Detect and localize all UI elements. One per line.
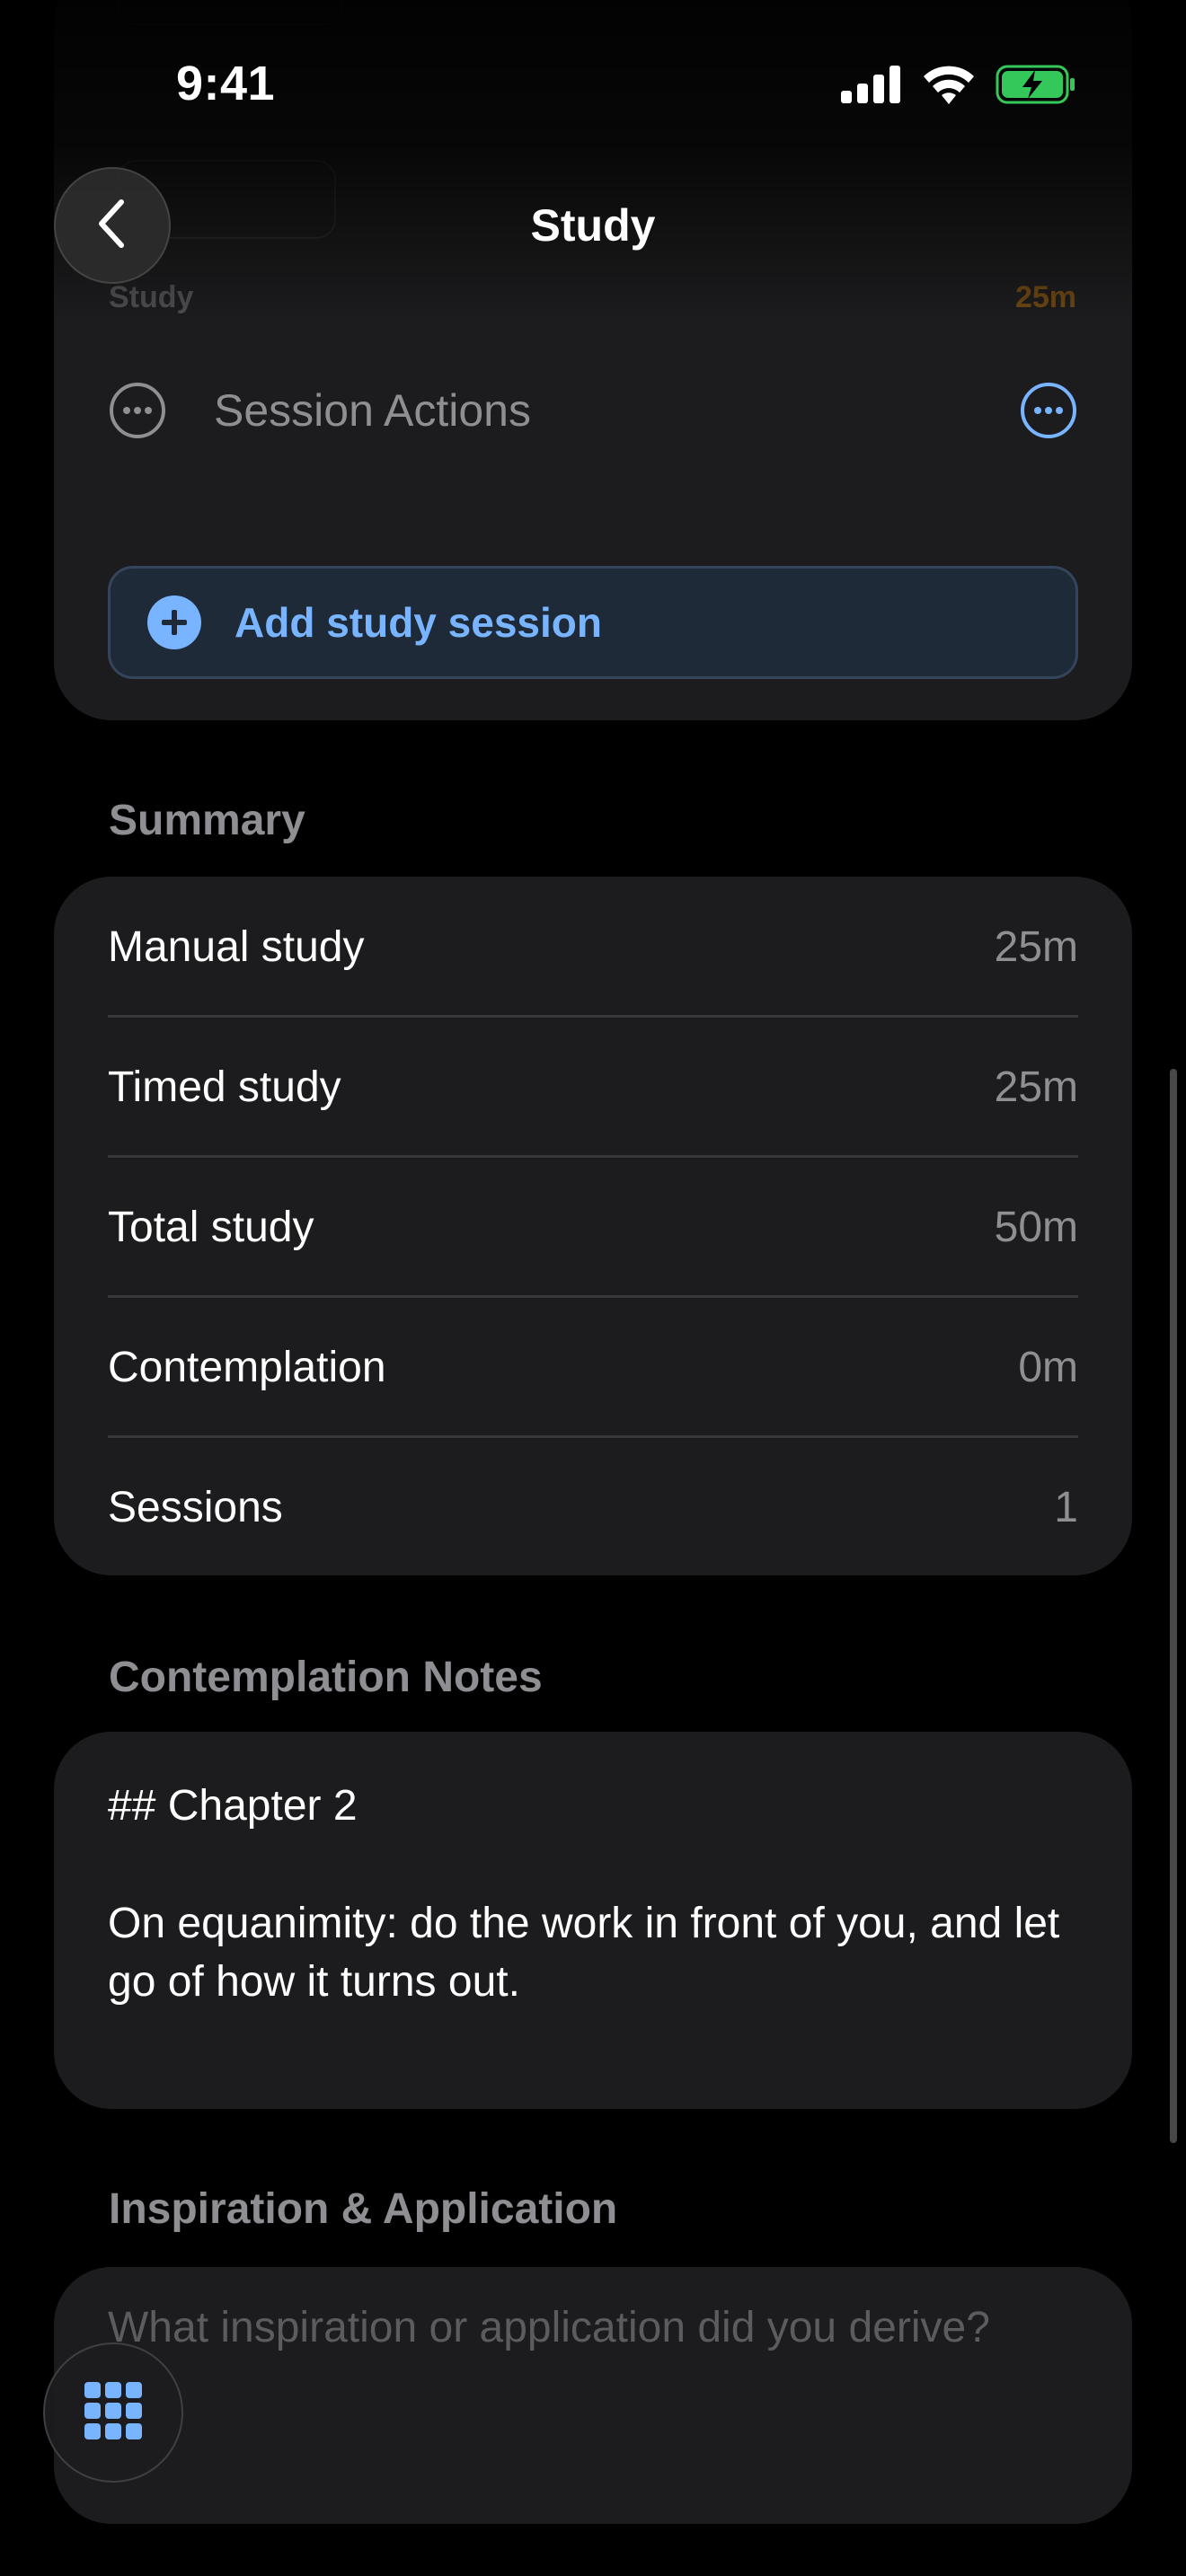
- status-icons: [841, 63, 1076, 110]
- summary-label: Manual study: [108, 922, 365, 971]
- contemplation-notes-field[interactable]: ## Chapter 2 On equanimity: do the work …: [54, 1732, 1132, 2109]
- ellipsis-circle-icon: [108, 381, 167, 440]
- scrollbar[interactable]: [1170, 1069, 1177, 2143]
- summary-card: Manual study 25m Timed study 25m Total s…: [54, 877, 1132, 1575]
- summary-header: Summary: [109, 797, 305, 844]
- session-actions-row[interactable]: Session Actions: [108, 370, 1078, 451]
- summary-row-sessions: Sessions 1: [108, 1437, 1078, 1577]
- inspiration-placeholder: What inspiration or application did you …: [108, 2304, 990, 2351]
- signal-icon: [841, 65, 902, 108]
- summary-row-contemplation: Contemplation 0m: [108, 1297, 1078, 1437]
- summary-row-total-study: Total study 50m: [108, 1157, 1078, 1297]
- wifi-icon: [922, 65, 976, 109]
- add-study-session-label: Add study session: [235, 599, 602, 646]
- grid-icon: [84, 2381, 142, 2444]
- session-actions-menu-button[interactable]: [1019, 381, 1078, 440]
- summary-value: 1: [1054, 1483, 1078, 1531]
- summary-value: 0m: [1018, 1343, 1078, 1391]
- status-time: 9:41: [176, 57, 276, 110]
- grid-menu-button[interactable]: [43, 2342, 183, 2483]
- start-time-pill-faded: [117, 0, 343, 25]
- plus-circle-icon: [146, 595, 202, 650]
- battery-charging-icon: [996, 65, 1076, 109]
- page-title: Study: [530, 200, 656, 251]
- contemplation-notes-header: Contemplation Notes: [109, 1654, 543, 1701]
- session-type-label: Study: [109, 280, 194, 314]
- contemplation-notes-text: ## Chapter 2 On equanimity: do the work …: [108, 1777, 1105, 2011]
- session-actions-label: Session Actions: [214, 385, 531, 436]
- session-duration-label: 25m: [1014, 280, 1076, 314]
- summary-value: 50m: [994, 1203, 1078, 1251]
- inspiration-header: Inspiration & Application: [109, 2185, 618, 2233]
- summary-value: 25m: [994, 1063, 1078, 1111]
- notes-heading-line: ## Chapter 2: [108, 1782, 358, 1830]
- summary-label: Contemplation: [108, 1343, 386, 1391]
- summary-label: Timed study: [108, 1063, 341, 1111]
- add-study-session-button[interactable]: Add study session: [108, 566, 1078, 679]
- summary-label: Total study: [108, 1203, 314, 1251]
- summary-value: 25m: [994, 922, 1078, 971]
- inspiration-field[interactable]: What inspiration or application did you …: [54, 2267, 1132, 2524]
- summary-row-manual-study: Manual study 25m: [108, 877, 1078, 1017]
- notes-body: On equanimity: do the work in front of y…: [108, 1900, 1060, 2006]
- ellipsis-circle-accent-icon: [1021, 383, 1076, 438]
- summary-label: Sessions: [108, 1483, 283, 1531]
- summary-row-timed-study: Timed study 25m: [108, 1017, 1078, 1157]
